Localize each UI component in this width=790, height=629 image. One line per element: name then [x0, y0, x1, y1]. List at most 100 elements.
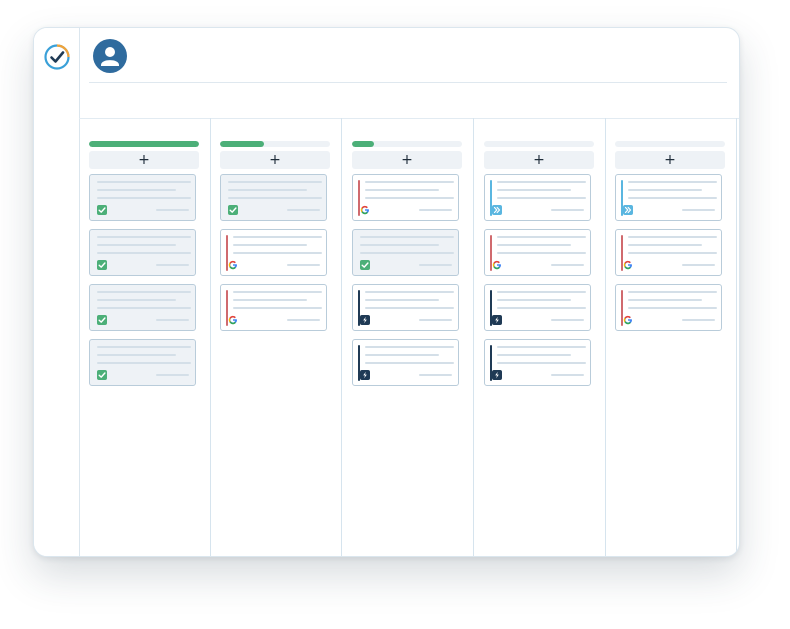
- google-icon: [228, 260, 238, 270]
- card-text-placeholder: [365, 346, 454, 348]
- card-text-placeholder: [497, 189, 571, 191]
- card-meta-placeholder: [682, 264, 715, 266]
- card-text-placeholder: [228, 197, 322, 199]
- card-meta-placeholder: [551, 374, 584, 376]
- card-meta-placeholder: [551, 264, 584, 266]
- card-meta-placeholder: [156, 209, 189, 211]
- card-meta-placeholder: [682, 319, 715, 321]
- task-card[interactable]: [484, 174, 591, 221]
- double-chevron-icon: [623, 205, 633, 215]
- card-text-placeholder: [233, 299, 307, 301]
- task-card[interactable]: [352, 174, 459, 221]
- checkmark-circle-logo-icon[interactable]: [43, 43, 71, 71]
- task-card[interactable]: [352, 284, 459, 331]
- card-text-placeholder: [97, 252, 191, 254]
- card-meta-placeholder: [682, 209, 715, 211]
- task-card[interactable]: [89, 229, 196, 276]
- card-meta-placeholder: [419, 319, 452, 321]
- card-text-placeholder: [233, 244, 307, 246]
- task-card[interactable]: [484, 229, 591, 276]
- card-meta-placeholder: [419, 209, 452, 211]
- column-progress-bar: [352, 141, 462, 147]
- card-text-placeholder: [97, 244, 176, 246]
- card-text-placeholder: [365, 362, 454, 364]
- card-meta-placeholder: [156, 374, 189, 376]
- add-card-button[interactable]: +: [352, 151, 462, 169]
- google-icon: [492, 260, 502, 270]
- card-text-placeholder: [365, 181, 454, 183]
- task-card[interactable]: [615, 229, 722, 276]
- task-card[interactable]: [484, 339, 591, 386]
- board-column: +: [474, 118, 606, 556]
- card-meta-placeholder: [287, 209, 320, 211]
- card-meta-placeholder: [287, 319, 320, 321]
- card-text-placeholder: [497, 244, 571, 246]
- card-text-placeholder: [497, 197, 586, 199]
- task-card[interactable]: [615, 284, 722, 331]
- check-icon: [228, 205, 238, 215]
- card-meta-placeholder: [551, 209, 584, 211]
- task-card[interactable]: [352, 339, 459, 386]
- card-text-placeholder: [233, 291, 322, 293]
- task-card[interactable]: [89, 339, 196, 386]
- card-text-placeholder: [497, 291, 586, 293]
- app-window: + + + + +: [33, 27, 740, 557]
- board-column: +: [342, 118, 474, 556]
- header: [79, 28, 739, 119]
- board-column: +: [210, 118, 342, 556]
- check-icon: [97, 370, 107, 380]
- card-text-placeholder: [628, 189, 702, 191]
- task-card[interactable]: [89, 284, 196, 331]
- card-meta-placeholder: [287, 264, 320, 266]
- sidebar: [34, 28, 80, 556]
- google-icon: [228, 315, 238, 325]
- card-text-placeholder: [97, 181, 191, 183]
- card-text-placeholder: [365, 299, 439, 301]
- card-text-placeholder: [97, 236, 191, 238]
- task-card[interactable]: [484, 284, 591, 331]
- board-column: +: [79, 118, 211, 556]
- task-card[interactable]: [89, 174, 196, 221]
- google-icon: [623, 315, 633, 325]
- task-card[interactable]: [352, 229, 459, 276]
- header-divider: [89, 82, 727, 83]
- add-card-button[interactable]: +: [484, 151, 594, 169]
- kanban-board: + + + + +: [79, 118, 739, 556]
- column-progress-bar: [615, 141, 725, 147]
- card-text-placeholder: [360, 244, 439, 246]
- card-text-placeholder: [365, 189, 439, 191]
- progress-fill: [352, 141, 374, 147]
- card-meta-placeholder: [156, 319, 189, 321]
- card-text-placeholder: [97, 354, 176, 356]
- card-meta-placeholder: [156, 264, 189, 266]
- card-text-placeholder: [233, 252, 322, 254]
- task-card[interactable]: [220, 284, 327, 331]
- add-card-button[interactable]: +: [89, 151, 199, 169]
- task-card[interactable]: [220, 174, 327, 221]
- check-icon: [97, 315, 107, 325]
- add-card-button[interactable]: +: [615, 151, 725, 169]
- column-progress-bar: [484, 141, 594, 147]
- bolt-icon: [492, 370, 502, 380]
- card-text-placeholder: [497, 299, 571, 301]
- card-text-placeholder: [97, 189, 176, 191]
- card-text-placeholder: [233, 236, 322, 238]
- bolt-icon: [492, 315, 502, 325]
- card-meta-placeholder: [419, 264, 452, 266]
- task-card[interactable]: [615, 174, 722, 221]
- card-text-placeholder: [97, 299, 176, 301]
- card-text-placeholder: [628, 244, 702, 246]
- progress-fill: [220, 141, 264, 147]
- progress-fill: [89, 141, 199, 147]
- double-chevron-icon: [492, 205, 502, 215]
- google-icon: [360, 205, 370, 215]
- card-text-placeholder: [628, 291, 717, 293]
- add-card-button[interactable]: +: [220, 151, 330, 169]
- card-text-placeholder: [365, 354, 439, 356]
- task-card[interactable]: [220, 229, 327, 276]
- card-text-placeholder: [628, 236, 717, 238]
- card-text-placeholder: [360, 236, 454, 238]
- card-text-placeholder: [233, 307, 322, 309]
- avatar[interactable]: [93, 39, 127, 73]
- card-text-placeholder: [497, 354, 571, 356]
